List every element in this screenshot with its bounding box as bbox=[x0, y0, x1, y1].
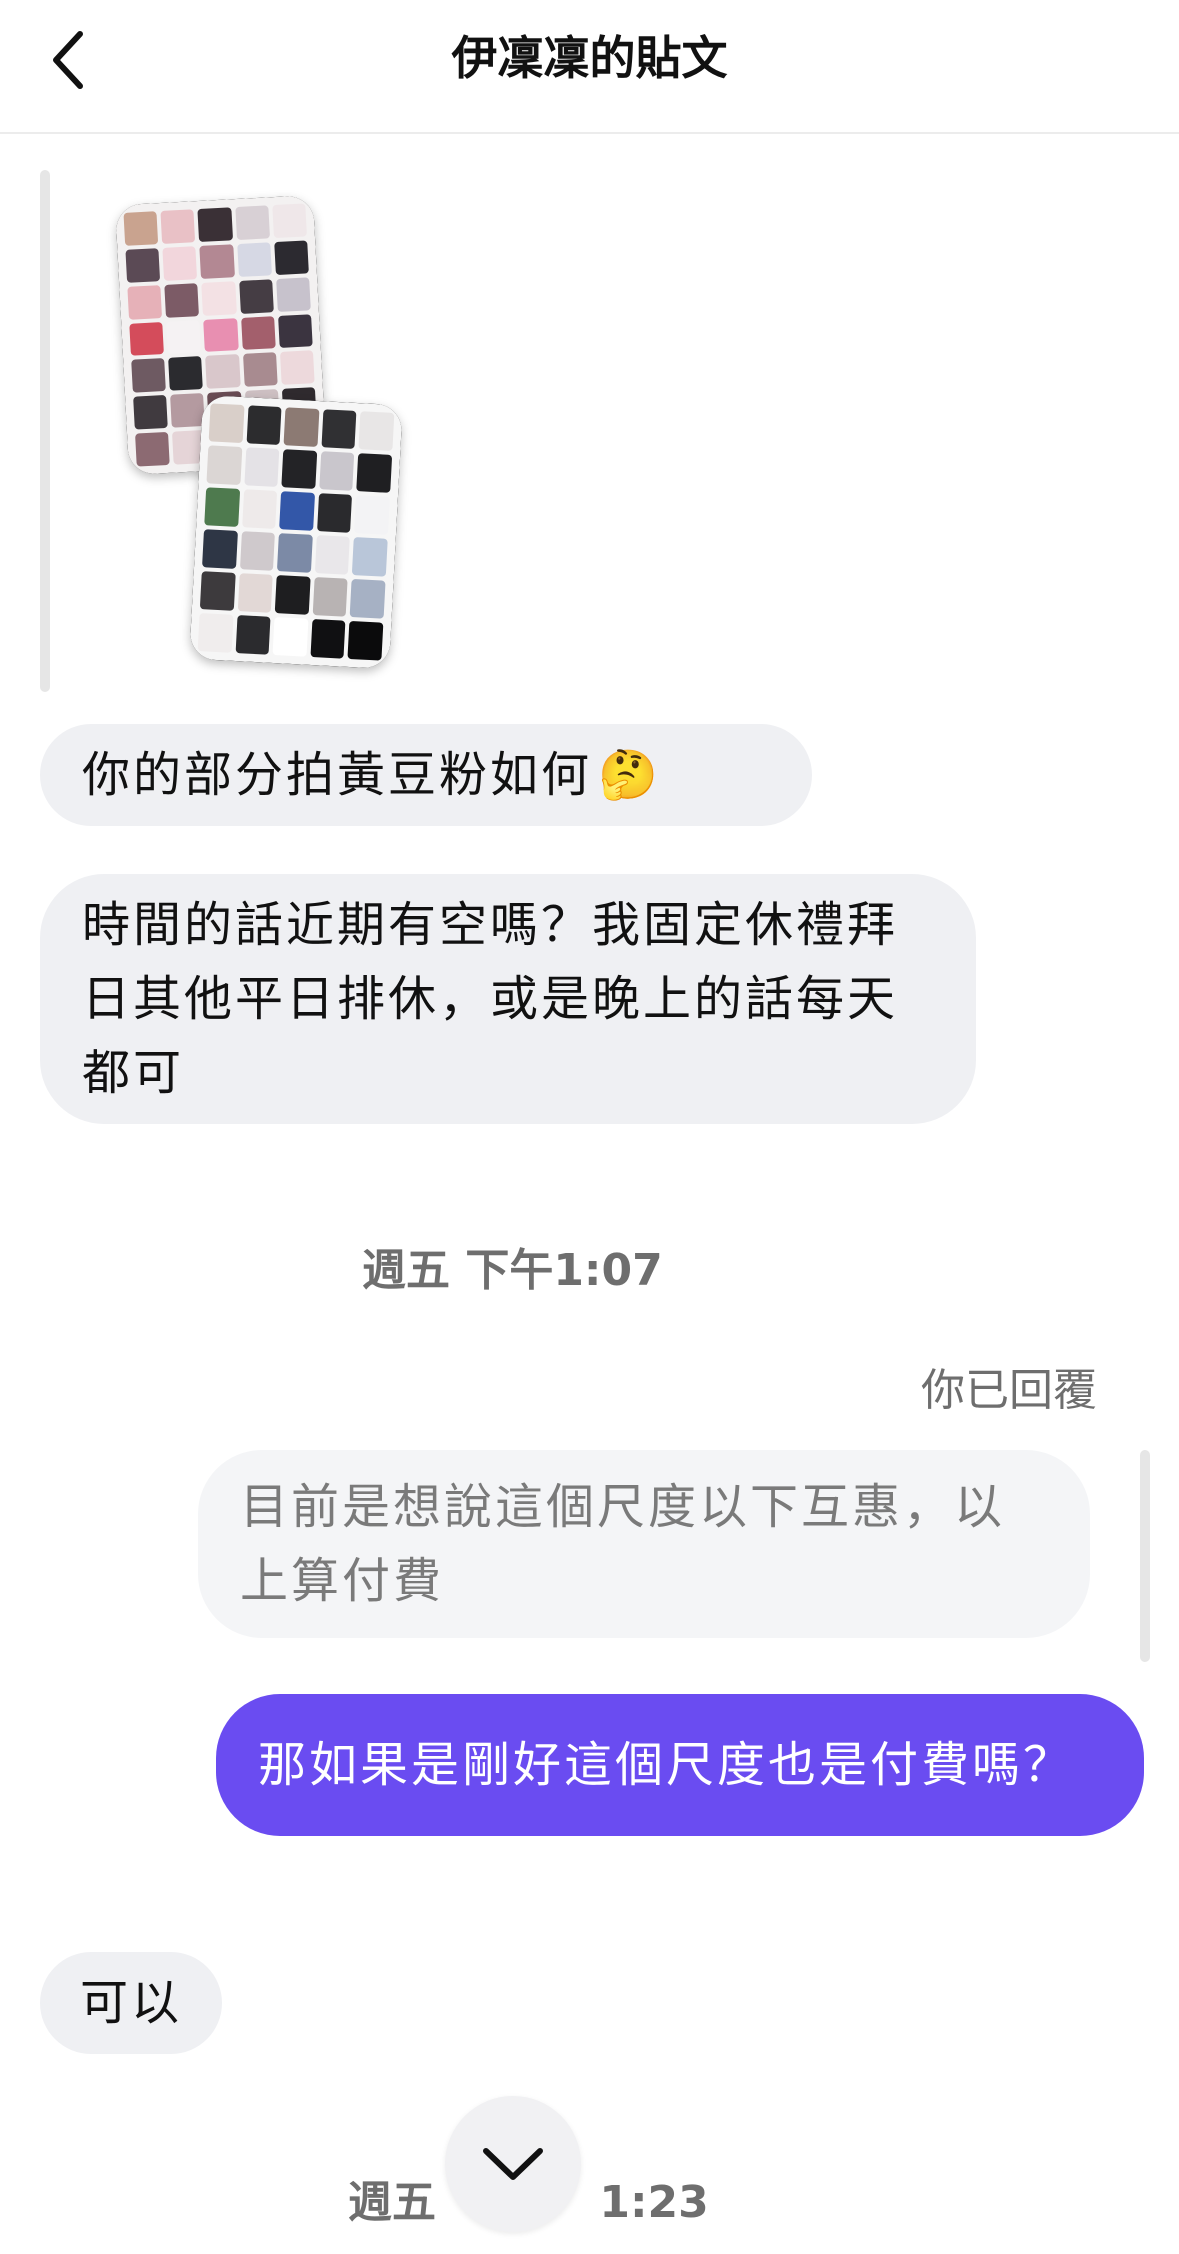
message-text: 那如果是剛好這個尺度也是付費嗎？ bbox=[258, 1737, 1075, 1793]
header-bar: 伊凜凜的貼文 bbox=[0, 0, 1179, 134]
outgoing-message[interactable]: 那如果是剛好這個尺度也是付費嗎？ bbox=[216, 1694, 1144, 1836]
chevron-down-icon bbox=[483, 2148, 543, 2180]
timestamp: 週五 下午1:07 bbox=[362, 1245, 663, 1296]
thinking-face-emoji: 🤔 bbox=[598, 747, 661, 803]
page-title: 伊凜凜的貼文 bbox=[451, 31, 728, 85]
quote-indicator bbox=[40, 170, 50, 692]
reply-quote-indicator bbox=[1140, 1450, 1150, 1662]
replied-label: 你已回覆 bbox=[921, 1365, 1097, 1416]
quoted-text: 目前是想說這個尺度以下互惠，以上算付費 bbox=[240, 1479, 1006, 1609]
incoming-message[interactable]: 可以 bbox=[40, 1952, 223, 2054]
incoming-message[interactable]: 你的部分拍黃豆粉如何 🤔 bbox=[40, 724, 812, 826]
message-text: 可以 bbox=[80, 1975, 183, 2031]
attached-photo-collage-2[interactable] bbox=[189, 394, 403, 670]
quoted-sent-message[interactable]: 目前是想說這個尺度以下互惠，以上算付費 bbox=[198, 1450, 1090, 1638]
message-text: 你的部分拍黃豆粉如何 bbox=[82, 747, 593, 803]
timestamp-time: 1:23 bbox=[599, 2177, 709, 2228]
incoming-message[interactable]: 時間的話近期有空嗎？我固定休禮拜日其他平日排休，或是晚上的話每天都可 bbox=[40, 874, 976, 1124]
scroll-to-bottom-button[interactable] bbox=[445, 2096, 581, 2232]
timestamp-day: 週五 bbox=[348, 2177, 436, 2228]
message-text: 時間的話近期有空嗎？我固定休禮拜日其他平日排休，或是晚上的話每天都可 bbox=[82, 897, 899, 1101]
